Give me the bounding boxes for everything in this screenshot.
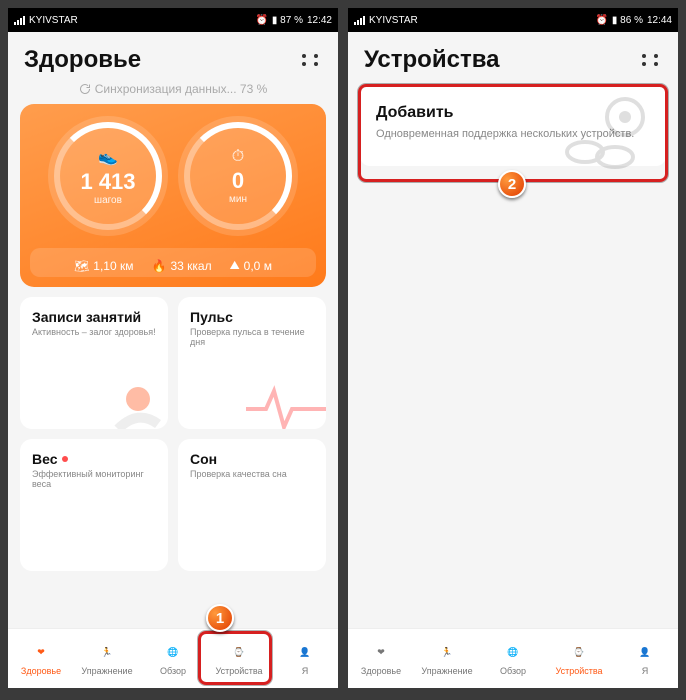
more-icon[interactable] bbox=[302, 54, 322, 66]
nav-exercise[interactable]: 🏃 Упражнение bbox=[74, 629, 140, 688]
tile-sleep[interactable]: Сон Проверка качества сна bbox=[178, 439, 326, 571]
tiles-grid: Записи занятий Активность – залог здоров… bbox=[8, 287, 338, 581]
nav-devices[interactable]: ⌚ Устройства bbox=[206, 629, 272, 688]
tile-pulse[interactable]: Пульс Проверка пульса в течение дня bbox=[178, 297, 326, 429]
battery-label: ▮ 86 % bbox=[612, 15, 643, 26]
user-icon: 👤 bbox=[634, 642, 656, 664]
phone-right: KYIVSTAR ⏰ ▮ 86 % 12:44 Устройства Добав… bbox=[348, 8, 678, 688]
heart-icon: ❤ bbox=[370, 642, 392, 664]
nav-exercise[interactable]: 🏃 Упражнение bbox=[414, 629, 480, 688]
watch-icon: ⌚ bbox=[228, 642, 250, 664]
tile-records[interactable]: Записи занятий Активность – залог здоров… bbox=[20, 297, 168, 429]
tile-sub: Эффективный мониторинг веса bbox=[32, 469, 156, 489]
tile-sub: Проверка пульса в течение дня bbox=[190, 327, 314, 347]
alarm-icon: ⏰ bbox=[595, 15, 607, 26]
page-title: Устройства bbox=[364, 46, 499, 74]
alarm-icon: ⏰ bbox=[255, 15, 267, 26]
nav-label: Обзор bbox=[160, 666, 186, 676]
tile-title: Пульс bbox=[190, 309, 314, 325]
bottom-nav: ❤ Здоровье 🏃 Упражнение 🌐 Обзор ⌚ Устрой… bbox=[348, 628, 678, 688]
notification-dot-icon bbox=[62, 456, 68, 462]
carrier-label: KYIVSTAR bbox=[369, 15, 418, 26]
tile-sub: Активность – залог здоровья! bbox=[32, 327, 156, 337]
location-icon bbox=[98, 359, 168, 429]
nav-health[interactable]: ❤ Здоровье bbox=[348, 629, 414, 688]
time-label: 12:42 bbox=[307, 15, 332, 26]
nav-devices[interactable]: ⌚ Устройства bbox=[546, 629, 612, 688]
nav-review[interactable]: 🌐 Обзор bbox=[480, 629, 546, 688]
nav-label: Упражнение bbox=[81, 666, 132, 676]
watch-icon: ⌚ bbox=[568, 642, 590, 664]
heart-icon: ❤ bbox=[30, 642, 52, 664]
stopwatch-icon: ⏱ bbox=[232, 148, 244, 166]
nav-review[interactable]: 🌐 Обзор bbox=[140, 629, 206, 688]
phone-left: KYIVSTAR ⏰ ▮ 87 % 12:42 Здоровье Синхрон… bbox=[8, 8, 338, 688]
time-label: 12:44 bbox=[647, 15, 672, 26]
shoe-icon: 👟 bbox=[98, 147, 118, 167]
globe-icon: 🌐 bbox=[502, 642, 524, 664]
callout-badge: 1 bbox=[206, 604, 234, 632]
kcal-stat: 🔥 33 ккал bbox=[152, 258, 212, 273]
steps-label: шагов bbox=[94, 195, 122, 206]
bottom-nav: ❤ Здоровье 🏃 Упражнение 🌐 Обзор ⌚ Устрой… bbox=[8, 628, 338, 688]
status-bar: KYIVSTAR ⏰ ▮ 86 % 12:44 bbox=[348, 8, 678, 32]
nav-label: Устройства bbox=[555, 666, 602, 676]
signal-icon bbox=[14, 16, 25, 25]
more-icon[interactable] bbox=[642, 54, 662, 66]
globe-icon: 🌐 bbox=[162, 642, 184, 664]
nav-health[interactable]: ❤ Здоровье bbox=[8, 629, 74, 688]
user-icon: 👤 bbox=[294, 642, 316, 664]
sync-status: Синхронизация данных... 73 % bbox=[8, 80, 338, 104]
distance-stat: 🗺 1,10 км bbox=[74, 258, 133, 273]
add-device-card[interactable]: Добавить Одновременная поддержка несколь… bbox=[360, 86, 666, 166]
status-bar: KYIVSTAR ⏰ ▮ 87 % 12:42 bbox=[8, 8, 338, 32]
tile-title: Записи занятий bbox=[32, 309, 156, 325]
devices-bg-icon bbox=[550, 92, 660, 172]
minutes-value: 0 bbox=[232, 168, 244, 194]
run-icon: 🏃 bbox=[96, 642, 118, 664]
battery-label: ▮ 87 % bbox=[272, 15, 303, 26]
heartbeat-icon bbox=[246, 379, 326, 429]
minutes-ring: ⏱ 0 мин bbox=[178, 116, 298, 236]
climb-stat: ⛰ 0,0 м bbox=[230, 258, 272, 273]
nav-label: Здоровье bbox=[21, 666, 61, 676]
header: Здоровье bbox=[8, 32, 338, 80]
nav-label: Я bbox=[302, 666, 309, 676]
nav-label: Упражнение bbox=[421, 666, 472, 676]
page-title: Здоровье bbox=[24, 46, 141, 74]
tile-title: Вес bbox=[32, 451, 156, 467]
tile-weight[interactable]: Вес Эффективный мониторинг веса bbox=[20, 439, 168, 571]
header: Устройства bbox=[348, 32, 678, 80]
activity-card[interactable]: 👟 1 413 шагов ⏱ 0 мин 🗺 1,10 км 🔥 33 кка… bbox=[20, 104, 326, 287]
carrier-label: KYIVSTAR bbox=[29, 15, 78, 26]
signal-icon bbox=[354, 16, 365, 25]
run-icon: 🏃 bbox=[436, 642, 458, 664]
tile-title: Сон bbox=[190, 451, 314, 467]
nav-me[interactable]: 👤 Я bbox=[612, 629, 678, 688]
nav-label: Здоровье bbox=[361, 666, 401, 676]
steps-value: 1 413 bbox=[80, 169, 135, 195]
steps-ring: 👟 1 413 шагов bbox=[48, 116, 168, 236]
tile-sub: Проверка качества сна bbox=[190, 469, 314, 479]
stats-row: 🗺 1,10 км 🔥 33 ккал ⛰ 0,0 м bbox=[30, 248, 316, 277]
nav-label: Устройства bbox=[215, 666, 262, 676]
nav-me[interactable]: 👤 Я bbox=[272, 629, 338, 688]
callout-badge: 2 bbox=[498, 170, 526, 198]
nav-label: Обзор bbox=[500, 666, 526, 676]
nav-label: Я bbox=[642, 666, 649, 676]
minutes-label: мин bbox=[229, 194, 247, 205]
